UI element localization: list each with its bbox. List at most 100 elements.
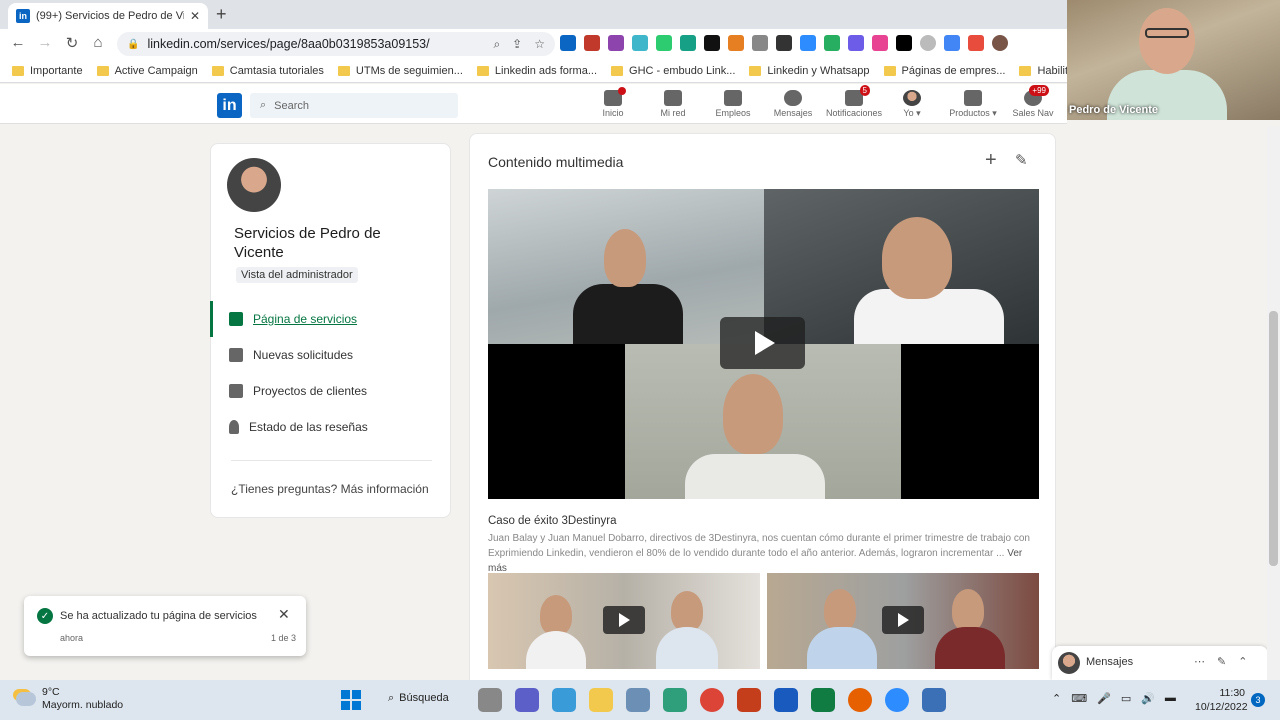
video-thumbnail[interactable] [767, 573, 1039, 669]
nav-notificaciones[interactable]: 5 Notificaciones [822, 85, 886, 118]
extension-icon[interactable] [776, 35, 792, 51]
home-icon[interactable]: ⌂ [88, 34, 108, 51]
taskbar-search[interactable]: ⌕ Búsqueda [388, 692, 449, 705]
nav-productos[interactable]: Productos ▾ [942, 90, 1004, 119]
more-options-icon[interactable]: ⋯ [1194, 655, 1205, 668]
new-tab-button[interactable]: + [216, 4, 227, 25]
extension-icon[interactable] [872, 35, 888, 51]
play-icon[interactable] [882, 606, 924, 634]
word-icon[interactable] [774, 688, 798, 712]
scrollbar-thumb[interactable] [1269, 311, 1278, 566]
reload-icon[interactable]: ↻ [62, 34, 82, 52]
extension-icon[interactable] [608, 35, 624, 51]
bookmark-item[interactable]: Linkedin y Whatsapp [749, 65, 870, 77]
app-icon[interactable] [626, 688, 650, 712]
battery-icon[interactable]: ▬ [1165, 692, 1176, 705]
teams-icon[interactable] [515, 688, 539, 712]
file-explorer-icon[interactable] [589, 688, 613, 712]
forward-icon[interactable]: → [35, 34, 55, 51]
edit-pencil-icon[interactable]: ✎ [1015, 151, 1028, 169]
browser-tab[interactable]: in (99+) Servicios de Pedro de Vicente ✕ [8, 3, 208, 29]
close-tab-icon[interactable]: ✕ [190, 9, 200, 23]
messaging-widget[interactable]: Mensajes ⋯ ✎ ⌃ [1052, 646, 1268, 680]
nav-mi-red[interactable]: Mi red [642, 90, 704, 118]
microphone-icon[interactable]: 🎤 [1097, 692, 1111, 705]
close-icon[interactable]: ✕ [278, 606, 290, 623]
share-icon[interactable]: ⇪ [512, 37, 522, 52]
zoom-icon[interactable] [885, 688, 909, 712]
nav-mensajes[interactable]: Mensajes [762, 90, 824, 118]
bookmark-item[interactable]: Active Campaign [96, 65, 198, 77]
extension-icon[interactable] [632, 35, 648, 51]
bookmark-item[interactable]: Linkedin ads forma... [476, 65, 597, 77]
extension-icon[interactable] [680, 35, 696, 51]
display-icon[interactable]: ▭ [1121, 692, 1131, 705]
bookmark-item[interactable]: UTMs de seguimien... [337, 65, 463, 77]
back-icon[interactable]: ← [8, 34, 28, 51]
page-scrollbar[interactable] [1267, 126, 1280, 681]
bookmark-item[interactable]: Páginas de empres... [883, 65, 1005, 77]
folder-icon [211, 65, 224, 76]
extension-icon[interactable] [584, 35, 600, 51]
sidebar-item-proyectos[interactable]: Proyectos de clientes [229, 384, 367, 398]
avatar [903, 90, 921, 106]
bookmark-item[interactable]: Importante [12, 65, 83, 77]
network-icon [664, 90, 682, 106]
clock[interactable]: 11:30 10/12/2022 [1195, 686, 1248, 714]
task-view-icon[interactable] [478, 688, 502, 712]
featured-video[interactable] [488, 189, 1039, 499]
firefox-icon[interactable] [848, 688, 872, 712]
edge-icon[interactable] [663, 688, 687, 712]
linkedin-logo-icon[interactable]: in [217, 93, 242, 118]
keyboard-icon[interactable]: ⌨ [1071, 692, 1087, 705]
chrome-icon[interactable] [700, 688, 724, 712]
extension-icon[interactable] [704, 35, 720, 51]
nav-yo[interactable]: Yo ▾ [881, 90, 943, 119]
extension-icon[interactable] [992, 35, 1008, 51]
extension-icon[interactable] [752, 35, 768, 51]
sidebar-item-nuevas-solicitudes[interactable]: Nuevas solicitudes [229, 348, 353, 362]
zoom-icon[interactable]: ⌕ [493, 37, 500, 52]
weather-widget[interactable]: 9°C Mayorm. nublado [16, 686, 123, 712]
bookmark-item[interactable]: Camtasia tutoriales [211, 65, 324, 77]
sidebar-item-resenas[interactable]: Estado de las reseñas [229, 420, 368, 434]
notifications-badge[interactable]: 3 [1251, 693, 1265, 707]
powerpoint-icon[interactable] [737, 688, 761, 712]
app-icon[interactable] [552, 688, 576, 712]
search-input[interactable]: ⌕ Search [250, 93, 458, 118]
extension-icon[interactable] [824, 35, 840, 51]
extension-icon[interactable] [848, 35, 864, 51]
extension-icon[interactable] [968, 35, 984, 51]
extension-icon[interactable] [656, 35, 672, 51]
sidebar-item-pagina-servicios[interactable]: Página de servicios [229, 312, 357, 326]
chat-icon [784, 90, 802, 106]
extension-icon[interactable] [896, 35, 912, 51]
profile-avatar[interactable] [227, 158, 281, 212]
faq-link[interactable]: ¿Tienes preguntas? Más información [231, 482, 429, 496]
video-thumbnail[interactable] [488, 573, 760, 669]
chevron-up-icon[interactable]: ⌃ [1238, 655, 1247, 668]
nav-empleos[interactable]: Empleos [702, 90, 764, 118]
volume-icon[interactable]: 🔊 [1141, 692, 1155, 705]
extension-icon[interactable] [728, 35, 744, 51]
extension-icon[interactable] [800, 35, 816, 51]
bookmark-item[interactable]: Habilitar servicios e... [1019, 65, 1067, 77]
bookmark-star-icon[interactable]: ☆ [534, 37, 545, 52]
folder-icon [337, 65, 350, 76]
nav-inicio[interactable]: Inicio [582, 87, 644, 118]
excel-icon[interactable] [811, 688, 835, 712]
app-icon[interactable] [922, 688, 946, 712]
extension-icon[interactable] [944, 35, 960, 51]
extension-icon[interactable] [560, 35, 576, 51]
add-icon[interactable]: + [985, 149, 997, 172]
bookmark-item[interactable]: GHC - embudo Link... [611, 65, 735, 77]
address-bar[interactable]: 🔒 linkedin.com/services/page/8aa0b031985… [117, 32, 555, 56]
windows-start-icon[interactable] [341, 690, 361, 710]
extension-icon[interactable] [920, 35, 936, 51]
play-icon[interactable] [603, 606, 645, 634]
nav-sales-nav[interactable]: +99 Sales Nav [1002, 85, 1064, 118]
play-button-icon[interactable] [720, 317, 805, 369]
compose-icon[interactable]: ✎ [1217, 655, 1226, 668]
grid-icon [964, 90, 982, 106]
chevron-up-icon[interactable]: ⌃ [1052, 692, 1061, 705]
